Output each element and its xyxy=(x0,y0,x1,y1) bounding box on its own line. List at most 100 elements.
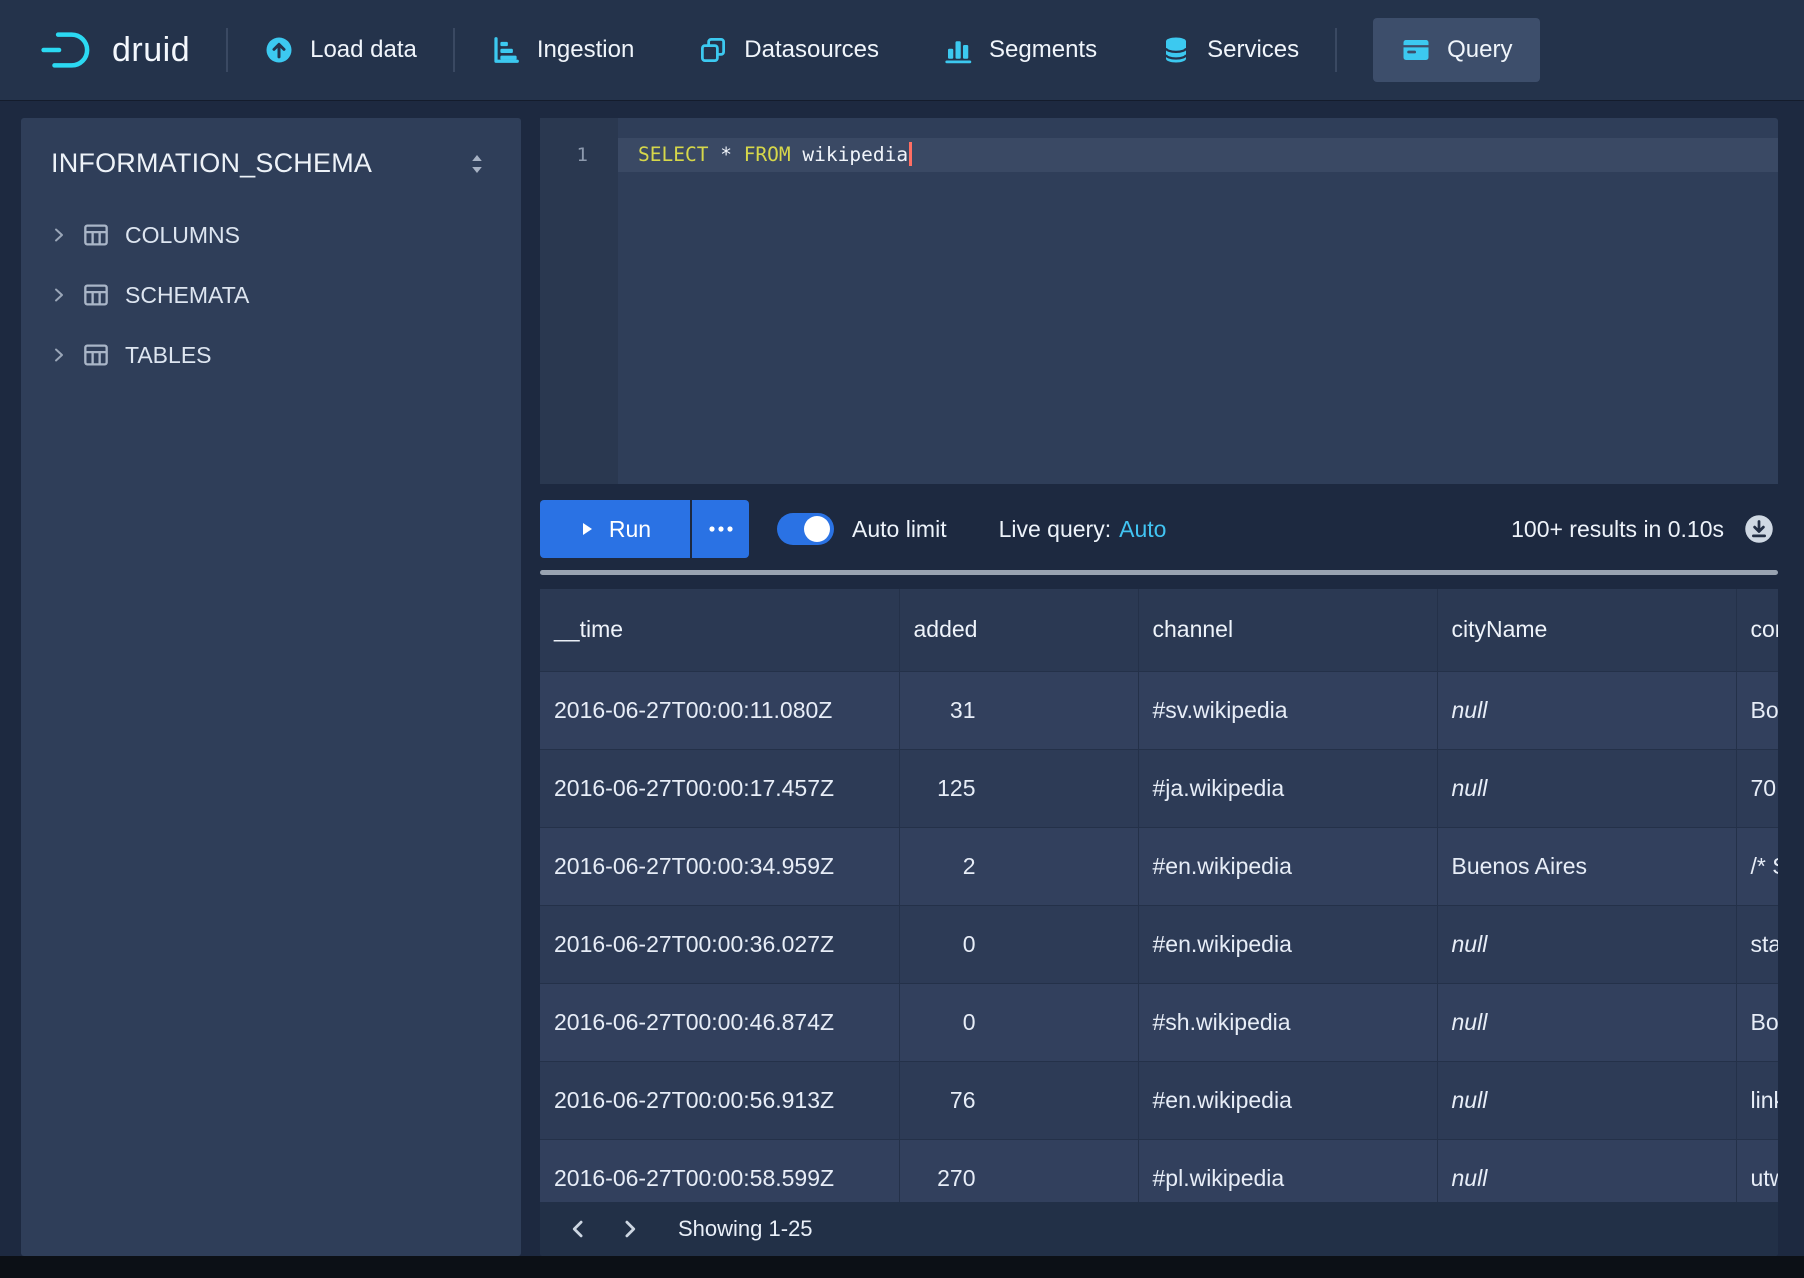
line-number: 1 xyxy=(540,138,618,172)
cell-cityName[interactable]: null xyxy=(1437,905,1736,983)
sql-editor[interactable]: 1 SELECT * FROM wikipedia xyxy=(540,118,1778,484)
auto-limit-label: Auto limit xyxy=(852,516,947,543)
cell-comment[interactable]: Bo xyxy=(1736,671,1778,749)
double-caret-vertical-icon[interactable] xyxy=(467,152,487,176)
cell-added[interactable]: 125 xyxy=(899,749,1138,827)
cell-channel[interactable]: #sh.wikipedia xyxy=(1138,983,1437,1061)
next-page-button[interactable] xyxy=(608,1207,652,1251)
navbar-divider xyxy=(1335,28,1337,72)
sidebar-item-schemata[interactable]: SCHEMATA xyxy=(21,265,521,325)
cell-channel[interactable]: #ja.wikipedia xyxy=(1138,749,1437,827)
nav-item-query[interactable]: Query xyxy=(1373,18,1540,82)
schema-sidebar: INFORMATION_SCHEMA COLUMNS xyxy=(21,118,521,1256)
cell-channel[interactable]: #en.wikipedia xyxy=(1138,827,1437,905)
console-window-icon xyxy=(1401,35,1431,65)
code-area: SELECT * FROM wikipedia xyxy=(618,118,1778,484)
cell-time[interactable]: 2016-06-27T00:00:17.457Z xyxy=(540,749,899,827)
sql-keyword: FROM xyxy=(744,143,791,166)
nav-group: Ingestion Datasources xyxy=(491,35,1299,65)
schema-title-row: INFORMATION_SCHEMA xyxy=(21,118,521,205)
nav-item-load-data[interactable]: Load data xyxy=(264,35,417,65)
more-options-button[interactable] xyxy=(692,500,749,558)
table-row: 2016-06-27T00:00:11.080Z 31 #sv.wikipedi… xyxy=(540,671,1778,749)
cell-channel[interactable]: #en.wikipedia xyxy=(1138,1061,1437,1139)
run-button[interactable]: Run xyxy=(540,500,690,558)
schema-title: INFORMATION_SCHEMA xyxy=(51,148,372,179)
navbar-divider xyxy=(453,28,455,72)
cell-comment[interactable]: 70. xyxy=(1736,749,1778,827)
column-header-channel[interactable]: channel xyxy=(1138,589,1437,671)
cell-added[interactable]: 76 xyxy=(899,1061,1138,1139)
cell-cityName[interactable]: null xyxy=(1437,1061,1736,1139)
table-row: 2016-06-27T00:00:34.959Z 2 #en.wikipedia… xyxy=(540,827,1778,905)
editor-gutter: 1 xyxy=(540,118,618,484)
run-button-label: Run xyxy=(609,516,651,543)
cell-cityName[interactable]: null xyxy=(1437,749,1736,827)
cell-added-value: 2 xyxy=(914,853,976,880)
column-header-cityName[interactable]: cityName xyxy=(1437,589,1736,671)
sidebar-item-tables[interactable]: TABLES xyxy=(21,325,521,385)
cell-comment[interactable]: /* S xyxy=(1736,827,1778,905)
table-row: 2016-06-27T00:00:17.457Z 125 #ja.wikiped… xyxy=(540,749,1778,827)
nav-item-services[interactable]: Services xyxy=(1161,35,1299,65)
showing-label: Showing 1-25 xyxy=(678,1216,813,1242)
cell-time[interactable]: 2016-06-27T00:00:56.913Z xyxy=(540,1061,899,1139)
cell-cityName[interactable]: null xyxy=(1437,983,1736,1061)
chevron-right-icon[interactable] xyxy=(51,287,67,303)
table-grid-icon xyxy=(83,342,109,368)
chevron-left-icon xyxy=(568,1219,588,1239)
druid-logo-icon xyxy=(40,27,98,73)
cell-cityName[interactable]: null xyxy=(1437,671,1736,749)
sql-text: wikipedia xyxy=(791,143,908,166)
cell-time[interactable]: 2016-06-27T00:00:11.080Z xyxy=(540,671,899,749)
prev-page-button[interactable] xyxy=(556,1207,600,1251)
cell-channel[interactable]: #en.wikipedia xyxy=(1138,905,1437,983)
cell-time[interactable]: 2016-06-27T00:00:36.027Z xyxy=(540,905,899,983)
header-row: __time added channel cityName comment xyxy=(540,589,1778,671)
horizontal-scrollbar[interactable] xyxy=(540,570,1778,575)
cell-added-value: 270 xyxy=(914,1165,976,1192)
cell-time[interactable]: 2016-06-27T00:00:34.959Z xyxy=(540,827,899,905)
sql-text: * xyxy=(708,143,743,166)
nav-item-segments[interactable]: Segments xyxy=(943,35,1097,65)
cell-added[interactable]: 0 xyxy=(899,905,1138,983)
database-icon xyxy=(1161,35,1191,65)
cell-comment[interactable]: sta xyxy=(1736,905,1778,983)
cell-added-value: 0 xyxy=(914,1009,976,1036)
nav-item-datasources[interactable]: Datasources xyxy=(698,35,879,65)
text-cursor xyxy=(909,142,912,166)
results-table: __time added channel cityName comment 20… xyxy=(540,589,1778,1218)
live-query-label: Live query: xyxy=(999,516,1112,542)
query-view: 1 SELECT * FROM wikipedia Run xyxy=(540,118,1778,1256)
datasources-icon xyxy=(698,35,728,65)
cell-added[interactable]: 31 xyxy=(899,671,1138,749)
column-header-time[interactable]: __time xyxy=(540,589,899,671)
navbar-divider xyxy=(226,28,228,72)
cell-cityName[interactable]: Buenos Aires xyxy=(1437,827,1736,905)
chevron-right-icon[interactable] xyxy=(51,227,67,243)
cell-added[interactable]: 2 xyxy=(899,827,1138,905)
column-header-comment[interactable]: comment xyxy=(1736,589,1778,671)
brand[interactable]: druid xyxy=(40,27,190,73)
column-header-added[interactable]: added xyxy=(899,589,1138,671)
cell-comment[interactable]: Bo xyxy=(1736,983,1778,1061)
nav-item-label: Segments xyxy=(989,36,1097,64)
auto-limit-toggle[interactable] xyxy=(777,513,834,545)
brand-name: druid xyxy=(112,31,190,70)
top-navbar: druid Load data xyxy=(0,0,1804,100)
nav-item-label: Load data xyxy=(310,36,417,64)
schema-tree: COLUMNS SCHEMATA xyxy=(21,205,521,385)
cell-added-value: 31 xyxy=(914,697,976,724)
chevron-right-icon[interactable] xyxy=(51,347,67,363)
ingestion-icon xyxy=(491,35,521,65)
nav-item-label: Ingestion xyxy=(537,36,634,64)
download-button[interactable] xyxy=(1744,514,1774,544)
cell-added-value: 125 xyxy=(914,775,976,802)
cell-time[interactable]: 2016-06-27T00:00:46.874Z xyxy=(540,983,899,1061)
cell-comment[interactable]: link xyxy=(1736,1061,1778,1139)
live-query-auto-link[interactable]: Auto xyxy=(1119,516,1166,542)
nav-item-ingestion[interactable]: Ingestion xyxy=(491,35,634,65)
cell-channel[interactable]: #sv.wikipedia xyxy=(1138,671,1437,749)
sidebar-item-columns[interactable]: COLUMNS xyxy=(21,205,521,265)
cell-added[interactable]: 0 xyxy=(899,983,1138,1061)
